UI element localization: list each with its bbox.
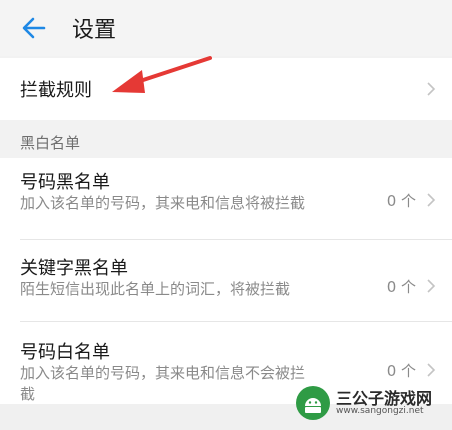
android-logo-icon <box>296 386 330 420</box>
annotation-arrow-icon <box>112 56 212 93</box>
watermark: 三公子游戏网 www.sangongzi.net <box>296 384 446 424</box>
watermark-url: www.sangongzi.net <box>336 406 424 416</box>
